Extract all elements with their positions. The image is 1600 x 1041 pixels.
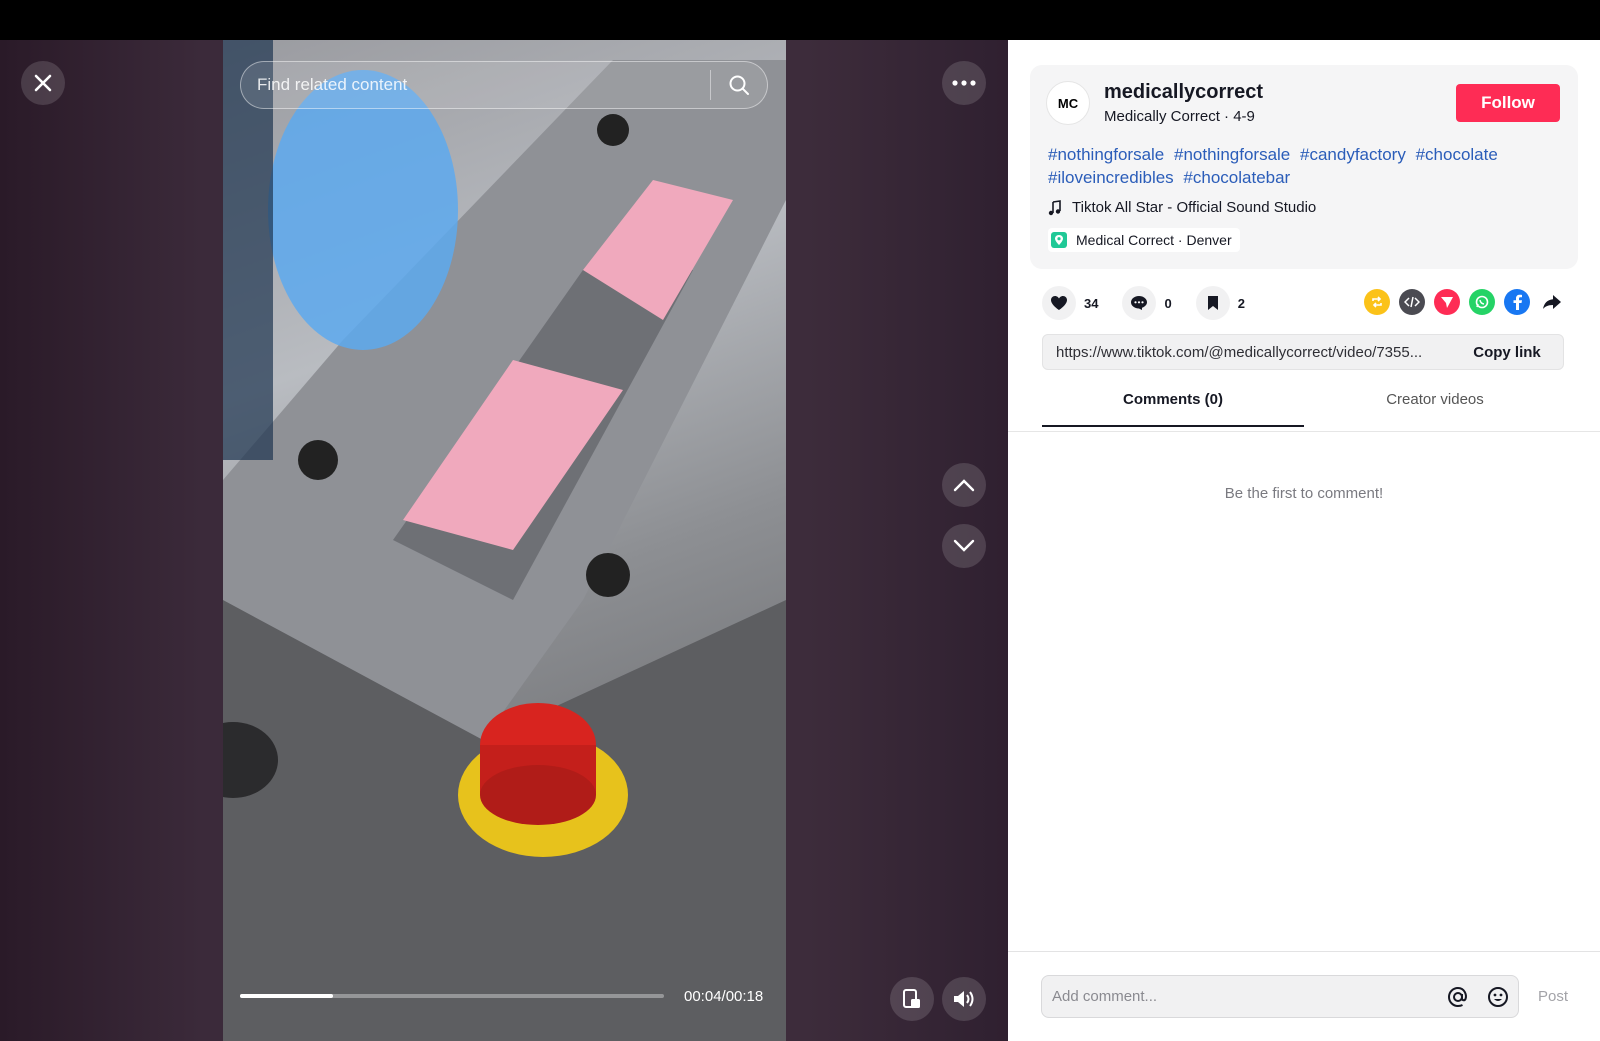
author-username[interactable]: medicallycorrect bbox=[1104, 81, 1263, 104]
music-link[interactable]: Tiktok All Star - Official Sound Studio bbox=[1048, 199, 1316, 216]
hashtag-link[interactable]: #chocolatebar bbox=[1183, 168, 1290, 187]
hashtag-link[interactable]: #nothingforsale bbox=[1048, 145, 1164, 164]
tab-creator-videos[interactable]: Creator videos bbox=[1304, 385, 1566, 427]
author-subline: Medically Correct · 4-9 bbox=[1104, 108, 1255, 125]
chevron-up-icon bbox=[953, 479, 975, 492]
tab-comments[interactable]: Comments (0) bbox=[1042, 385, 1304, 427]
emoji-icon[interactable] bbox=[1478, 977, 1518, 1017]
comment-box bbox=[1041, 975, 1519, 1018]
facebook-icon[interactable] bbox=[1504, 289, 1530, 315]
send-icon[interactable] bbox=[1434, 289, 1460, 315]
comment-input[interactable] bbox=[1042, 988, 1438, 1005]
share-options bbox=[1364, 289, 1565, 315]
picture-in-picture-icon bbox=[903, 989, 920, 1008]
repost-icon[interactable] bbox=[1364, 289, 1390, 315]
bookmark-icon bbox=[1195, 286, 1230, 320]
floating-player-button[interactable] bbox=[890, 977, 934, 1021]
embed-icon[interactable] bbox=[1399, 289, 1425, 315]
copy-link-button[interactable]: Copy link bbox=[1451, 344, 1563, 361]
post-info-card: MC medicallycorrect Medically Correct · … bbox=[1030, 65, 1578, 269]
tab-divider bbox=[1008, 431, 1600, 432]
tab-bar: Comments (0) Creator videos bbox=[1042, 385, 1600, 427]
location-pin-icon bbox=[1051, 232, 1067, 248]
post-comment-button[interactable]: Post bbox=[1538, 988, 1568, 1005]
video-frame bbox=[223, 40, 786, 1041]
like-count: 34 bbox=[1084, 295, 1099, 311]
volume-icon bbox=[954, 991, 974, 1007]
location-tag[interactable]: Medical Correct · Denver bbox=[1048, 228, 1240, 252]
save-count: 2 bbox=[1237, 295, 1245, 311]
video-progress-bar[interactable] bbox=[240, 994, 664, 998]
video-progress-fill bbox=[240, 994, 334, 998]
avatar[interactable]: MC bbox=[1046, 81, 1090, 125]
video-stage: 00:04/00:18 bbox=[0, 40, 1008, 1041]
hashtag-list: #nothingforsale #nothingforsale #candyfa… bbox=[1048, 143, 1568, 189]
more-options-button[interactable] bbox=[942, 61, 986, 105]
share-arrow-icon[interactable] bbox=[1539, 289, 1565, 315]
share-link-box: https://www.tiktok.com/@medicallycorrect… bbox=[1042, 334, 1564, 370]
follow-button[interactable]: Follow bbox=[1456, 84, 1560, 122]
search-icon[interactable] bbox=[711, 61, 767, 109]
top-bar bbox=[0, 0, 1600, 40]
like-button[interactable]: 34 bbox=[1042, 286, 1098, 320]
location-text: Medical Correct · Denver bbox=[1076, 232, 1232, 248]
heart-icon bbox=[1042, 286, 1076, 320]
video-player[interactable] bbox=[223, 40, 786, 1041]
details-panel: MC medicallycorrect Medically Correct · … bbox=[1008, 40, 1600, 1041]
search-input[interactable] bbox=[241, 75, 710, 95]
comment-bubble-icon bbox=[1122, 286, 1157, 320]
video-time: 00:04/00:18 bbox=[684, 988, 764, 1005]
mention-icon[interactable] bbox=[1438, 977, 1478, 1017]
previous-video-button[interactable] bbox=[942, 463, 986, 507]
engagement-actions: 34 0 2 bbox=[1042, 286, 1269, 320]
volume-button[interactable] bbox=[942, 977, 986, 1021]
hashtag-link[interactable]: #candyfactory bbox=[1300, 145, 1406, 164]
save-button[interactable]: 2 bbox=[1195, 286, 1245, 320]
more-icon bbox=[952, 80, 976, 86]
comment-divider bbox=[1008, 951, 1600, 952]
next-video-button[interactable] bbox=[942, 524, 986, 568]
search-bar[interactable] bbox=[240, 61, 768, 109]
whatsapp-icon[interactable] bbox=[1469, 289, 1495, 315]
close-button[interactable] bbox=[21, 61, 65, 105]
hashtag-link[interactable]: #chocolate bbox=[1416, 145, 1498, 164]
empty-comments-message: Be the first to comment! bbox=[1224, 485, 1384, 502]
avatar-text: MC bbox=[1057, 95, 1079, 111]
chevron-down-icon bbox=[953, 539, 975, 552]
share-url[interactable]: https://www.tiktok.com/@medicallycorrect… bbox=[1043, 344, 1451, 361]
comment-count: 0 bbox=[1164, 295, 1172, 311]
music-note-icon bbox=[1048, 199, 1061, 215]
music-title: Tiktok All Star - Official Sound Studio bbox=[1072, 199, 1317, 216]
hashtag-link[interactable]: #nothingforsale bbox=[1174, 145, 1290, 164]
hashtag-link[interactable]: #iloveincredibles bbox=[1048, 168, 1174, 187]
close-icon bbox=[34, 74, 52, 92]
comment-button[interactable]: 0 bbox=[1122, 286, 1172, 320]
